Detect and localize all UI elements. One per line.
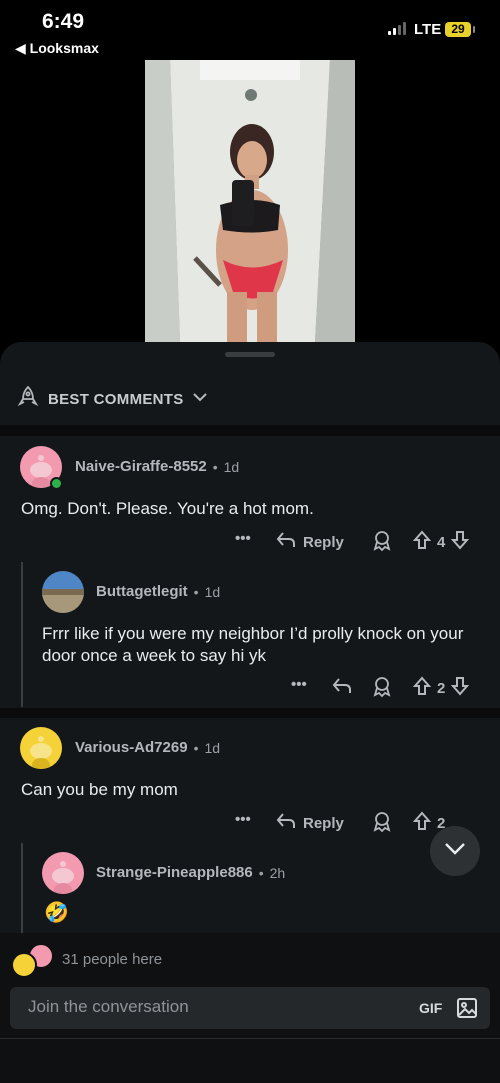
comment-username[interactable]: Various-Ad7269 (75, 739, 188, 756)
section-divider (0, 425, 500, 436)
thread-line[interactable] (21, 843, 23, 933)
award-icon[interactable] (371, 530, 393, 557)
status-time: 6:49 (42, 10, 85, 33)
thread-line[interactable] (21, 562, 23, 707)
vote-controls: 4 (412, 530, 470, 554)
comment-body: 🤣 (44, 902, 69, 924)
comment-age: 1d (204, 739, 221, 756)
avatar[interactable] (42, 571, 84, 613)
battery-icon: 29 (445, 22, 475, 37)
more-options-button[interactable]: ••• (235, 530, 251, 547)
image-icon[interactable] (456, 997, 478, 1024)
separator-dot: • (212, 458, 218, 475)
comment-username[interactable]: Strange-Pineapple886 (96, 864, 253, 881)
section-divider (0, 708, 500, 718)
comment-body: Can you be my mom (21, 780, 178, 799)
online-status-dot (50, 477, 63, 490)
award-icon[interactable] (371, 811, 393, 838)
people-here-count: 31 people here (62, 951, 163, 968)
sheet-drag-handle[interactable] (225, 352, 275, 357)
divider (0, 1038, 500, 1039)
separator-dot: • (193, 583, 199, 600)
post-image[interactable] (145, 60, 355, 342)
separator-dot: • (193, 739, 199, 756)
reply-button[interactable]: Reply (275, 811, 344, 835)
upvote-icon[interactable] (412, 676, 432, 700)
sort-comments-button[interactable]: BEST COMMENTS (16, 385, 208, 414)
comment-username[interactable]: Buttagetlegit (96, 583, 188, 600)
chevron-down-icon (192, 389, 208, 410)
reply-arrow-icon[interactable] (331, 676, 353, 701)
avatar[interactable] (20, 727, 62, 769)
reply-arrow-icon (275, 530, 297, 554)
reply-arrow-icon (275, 811, 297, 835)
sort-label: BEST COMMENTS (48, 391, 184, 408)
scroll-down-button[interactable] (430, 826, 480, 876)
network-type: LTE (414, 21, 442, 38)
comment-body: Frrr like if you were my neighbor I’d pr… (42, 624, 464, 665)
signal-icon (388, 22, 406, 35)
comment-age: 1d (204, 583, 221, 600)
avatar[interactable] (42, 852, 84, 894)
upvote-icon[interactable] (412, 811, 432, 835)
separator-dot: • (258, 864, 264, 881)
reply-button[interactable]: Reply (275, 530, 344, 554)
downvote-icon[interactable] (451, 676, 470, 700)
upvote-icon[interactable] (412, 530, 432, 554)
vote-count: 2 (437, 679, 446, 697)
rocket-icon (16, 385, 40, 414)
presence-avatar (11, 952, 37, 978)
downvote-icon[interactable] (451, 530, 470, 554)
comment-age: 1d (223, 458, 240, 475)
vote-controls: 2 (412, 676, 470, 700)
more-options-button[interactable]: ••• (291, 676, 307, 693)
more-options-button[interactable]: ••• (235, 811, 251, 828)
vote-count: 4 (437, 533, 446, 551)
chevron-down-icon (444, 842, 466, 861)
comment-username[interactable]: Naive-Giraffe-8552 (75, 458, 207, 475)
gif-button[interactable]: GIF (419, 1000, 442, 1016)
comment-body: Omg. Don't. Please. You're a hot mom. (21, 499, 314, 518)
award-icon[interactable] (371, 676, 393, 703)
comment-input-placeholder: Join the conversation (28, 997, 189, 1016)
comment-age: 2h (269, 864, 286, 881)
back-to-app-link[interactable]: ◀ Looksmax (15, 40, 99, 57)
